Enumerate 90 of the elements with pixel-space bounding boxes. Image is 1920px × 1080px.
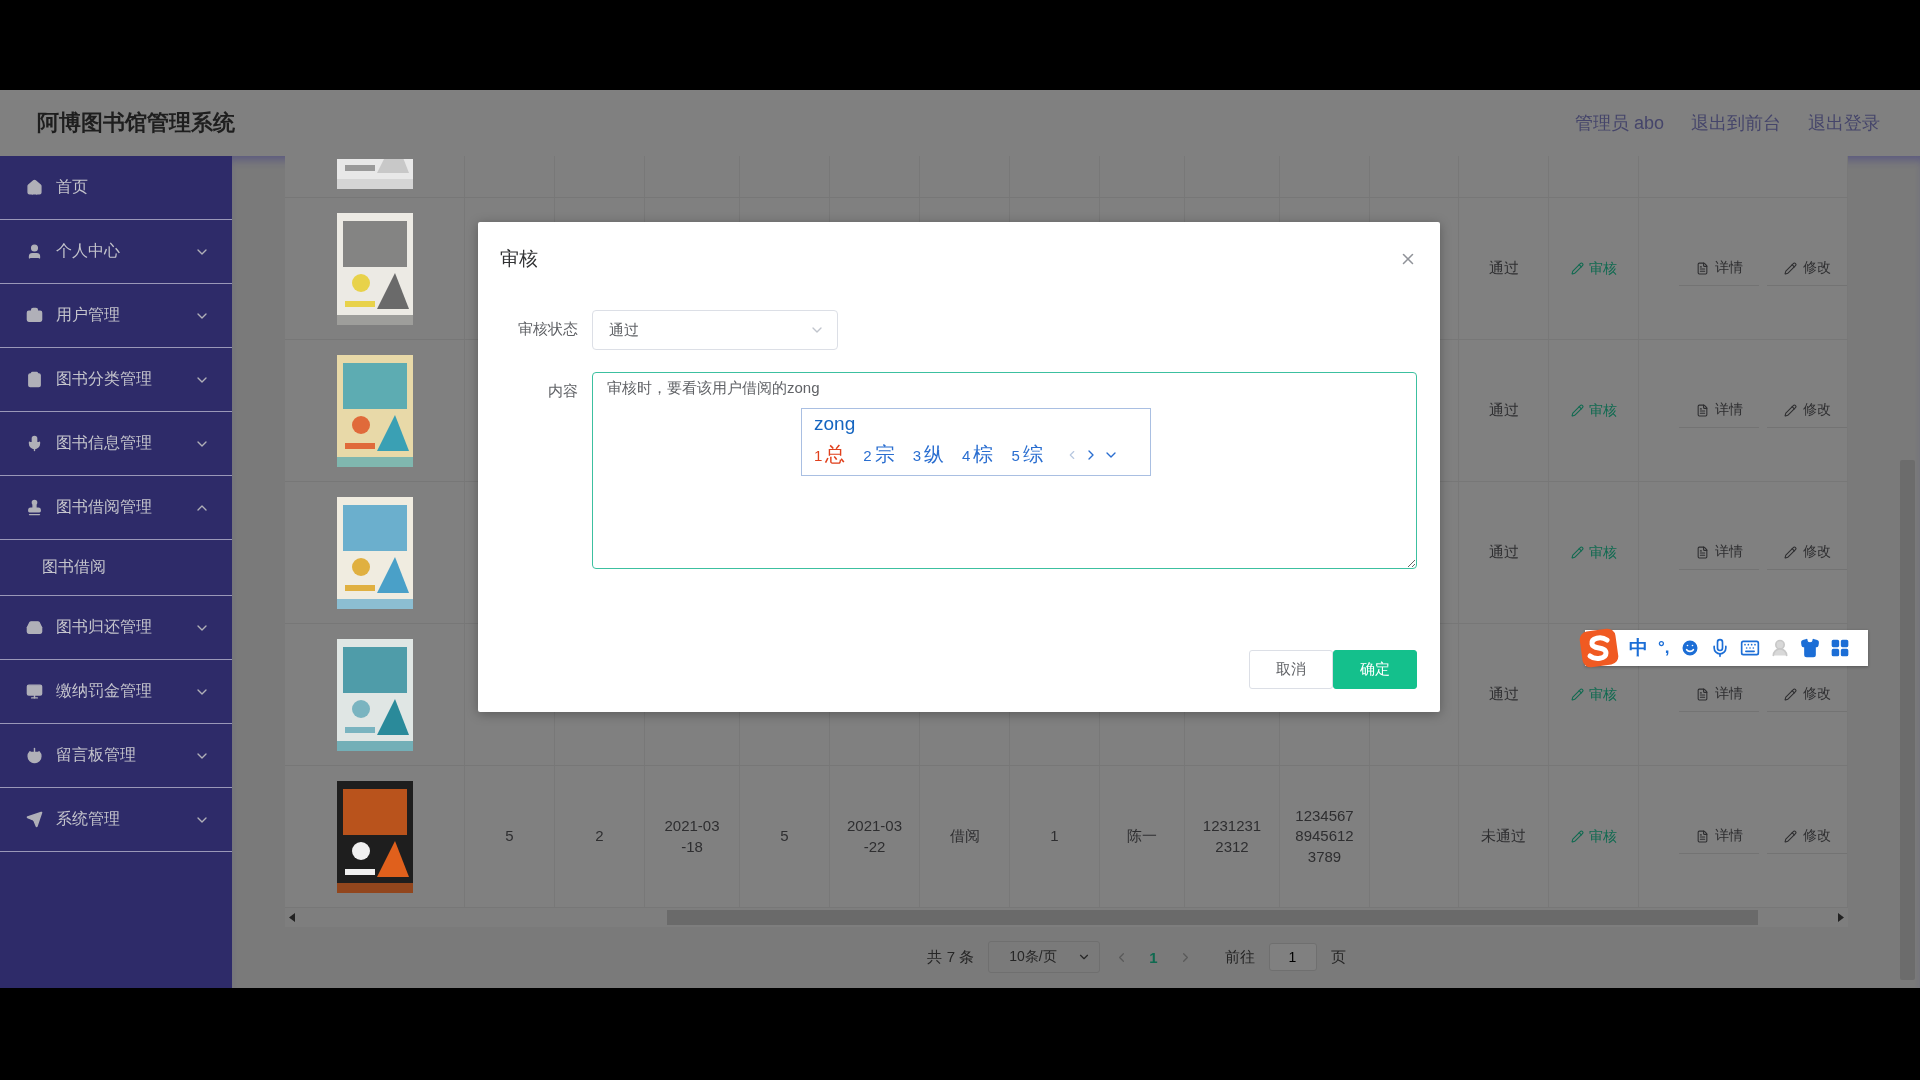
sidebar-label: 图书借阅管理 bbox=[56, 497, 153, 517]
sidebar-label: 系统管理 bbox=[56, 809, 121, 829]
pencil-icon bbox=[1783, 829, 1797, 843]
ime-candidate[interactable]: 5综 bbox=[1011, 441, 1043, 468]
status-select[interactable]: 通过 bbox=[592, 310, 838, 350]
detail-button[interactable]: 详情 bbox=[1679, 819, 1759, 854]
detail-button[interactable]: 详情 bbox=[1679, 251, 1759, 286]
field-label: 审核状态 bbox=[517, 319, 578, 339]
smiley-icon[interactable] bbox=[1679, 638, 1700, 658]
microphone-icon bbox=[26, 435, 43, 452]
header-link[interactable]: 管理员 abo bbox=[1574, 111, 1664, 135]
document-icon bbox=[1695, 829, 1709, 843]
pencil-icon bbox=[1570, 546, 1584, 559]
page-suffix: 页 bbox=[1330, 947, 1346, 967]
edit-button[interactable]: 修改 bbox=[1767, 393, 1847, 428]
table-cell: 5 bbox=[780, 826, 789, 847]
field-label: 内容 bbox=[547, 381, 578, 401]
edit-button[interactable]: 修改 bbox=[1767, 819, 1847, 854]
pencil-icon bbox=[1783, 261, 1797, 275]
header-link[interactable]: 退出登录 bbox=[1808, 111, 1880, 135]
grid-icon[interactable] bbox=[1829, 638, 1850, 658]
sidebar-label: 个人中心 bbox=[56, 241, 121, 261]
table-cell: 1 bbox=[1050, 826, 1059, 847]
edit-button[interactable]: 修改 bbox=[1767, 251, 1847, 286]
detail-button[interactable]: 详情 bbox=[1679, 535, 1759, 570]
dialog-title: 审核 bbox=[500, 247, 538, 271]
edit-button[interactable]: 修改 bbox=[1767, 677, 1847, 712]
clipboard-icon bbox=[26, 371, 43, 388]
cancel-button[interactable]: 取消 bbox=[1249, 650, 1333, 689]
document-icon bbox=[1695, 403, 1709, 417]
pencil-icon bbox=[1570, 262, 1584, 275]
ime-logo-icon[interactable] bbox=[1579, 628, 1619, 668]
table-cell-text: 2021-03-18 bbox=[663, 816, 721, 857]
sidebar-label: 图书归还管理 bbox=[56, 617, 153, 637]
table-cell: 借阅 bbox=[949, 826, 980, 847]
document-icon bbox=[1695, 545, 1709, 559]
status-text: 通过 bbox=[1488, 400, 1519, 421]
punctuation-mode[interactable]: °, bbox=[1658, 638, 1670, 658]
ime-candidate[interactable]: 2 宗 bbox=[863, 441, 895, 468]
sidebar-label: 图书信息管理 bbox=[56, 433, 153, 453]
keyboard-icon[interactable] bbox=[1739, 638, 1760, 658]
table-cell: 陈一 bbox=[1127, 826, 1157, 847]
table-cell: 2021-03-22 bbox=[845, 816, 904, 857]
detail-button[interactable]: 详情 bbox=[1679, 677, 1759, 712]
send-icon bbox=[26, 811, 43, 828]
table-cell: 123456789456123789 bbox=[1295, 806, 1354, 867]
app-title: 阿博图书馆管理系统 bbox=[37, 109, 236, 137]
scroll-right-icon[interactable] bbox=[1838, 913, 1844, 922]
inbox-icon bbox=[26, 619, 43, 636]
confirm-button[interactable]: 确定 bbox=[1333, 650, 1417, 689]
ime-composition: zong bbox=[814, 413, 857, 436]
sidebar-label: 首页 bbox=[56, 177, 89, 197]
table-cell: 5 bbox=[505, 826, 514, 847]
document-icon bbox=[1695, 261, 1709, 275]
status-text: 通过 bbox=[1488, 542, 1519, 563]
ime-mode[interactable]: 中 bbox=[1629, 635, 1648, 661]
detail-button[interactable]: 详情 bbox=[1679, 393, 1759, 428]
sidebar-label: 缴纳罚金管理 bbox=[56, 681, 153, 701]
pencil-icon bbox=[1783, 545, 1797, 559]
user-icon bbox=[26, 243, 43, 260]
monitor-icon bbox=[26, 683, 43, 700]
pencil-icon bbox=[1570, 688, 1584, 701]
sidebar-label: 用户管理 bbox=[56, 305, 121, 325]
power-icon bbox=[26, 747, 43, 764]
table-cell: 2 bbox=[595, 826, 604, 847]
shirt-icon[interactable] bbox=[1799, 638, 1820, 658]
document-icon bbox=[1695, 687, 1709, 701]
pencil-icon bbox=[1570, 830, 1584, 843]
header-link[interactable]: 退出到前台 bbox=[1691, 111, 1781, 135]
pencil-icon bbox=[1783, 403, 1797, 417]
ime-candidate[interactable]: 4棕 bbox=[962, 441, 994, 468]
edit-button[interactable]: 修改 bbox=[1767, 535, 1847, 570]
ime-candidate[interactable]: 1总 bbox=[814, 441, 846, 468]
goto-page-field[interactable]: 1 bbox=[1268, 943, 1317, 971]
briefcase-icon bbox=[26, 307, 43, 324]
sidebar-label: 留言板管理 bbox=[56, 745, 137, 765]
pencil-icon bbox=[1783, 687, 1797, 701]
status-text: 通过 bbox=[1488, 258, 1519, 279]
status-text: 通过 bbox=[1488, 684, 1519, 705]
home-icon bbox=[26, 179, 43, 196]
table-cell: 12312312312 bbox=[1202, 816, 1262, 857]
pencil-icon bbox=[1570, 404, 1584, 417]
total-count: 共 7 条 bbox=[927, 947, 975, 967]
status-text: 未通过 bbox=[1481, 826, 1526, 847]
ime-candidate[interactable]: 3纵 bbox=[912, 441, 945, 468]
scroll-left-icon[interactable] bbox=[289, 913, 295, 922]
stamp-icon bbox=[26, 499, 43, 516]
page-size-select[interactable]: 10条/页 bbox=[988, 941, 1101, 973]
sidebar-label: 图书分类管理 bbox=[56, 369, 153, 389]
goto-label: 前往 bbox=[1224, 947, 1255, 967]
